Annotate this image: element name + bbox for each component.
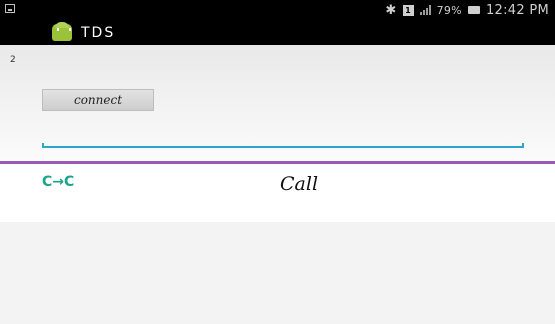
connect-button[interactable]: connect	[42, 89, 154, 111]
battery-percent: 79%	[436, 3, 462, 17]
action-bar: TDS	[0, 20, 555, 45]
signal-icon	[419, 5, 431, 15]
message-input[interactable]	[42, 143, 524, 148]
sim-icon: 1	[402, 4, 414, 16]
call-button[interactable]: Call	[280, 173, 318, 195]
connection-icon[interactable]: C→C	[42, 174, 74, 190]
status-icons: ✱ 1 79% 12:42 PM	[385, 2, 549, 18]
app-title: TDS	[81, 25, 116, 41]
empty-area	[0, 222, 555, 324]
battery-icon	[467, 6, 480, 14]
bluetooth-icon: ✱	[385, 2, 397, 18]
main-content: 2 connect	[0, 45, 555, 161]
gallery-icon	[5, 4, 15, 13]
clock: 12:42 PM	[485, 2, 549, 18]
status-bar: ✱ 1 79% 12:42 PM	[0, 0, 555, 20]
call-bar: C→C Call	[0, 164, 555, 222]
android-icon[interactable]	[52, 22, 72, 41]
device-count: 2	[10, 55, 16, 65]
